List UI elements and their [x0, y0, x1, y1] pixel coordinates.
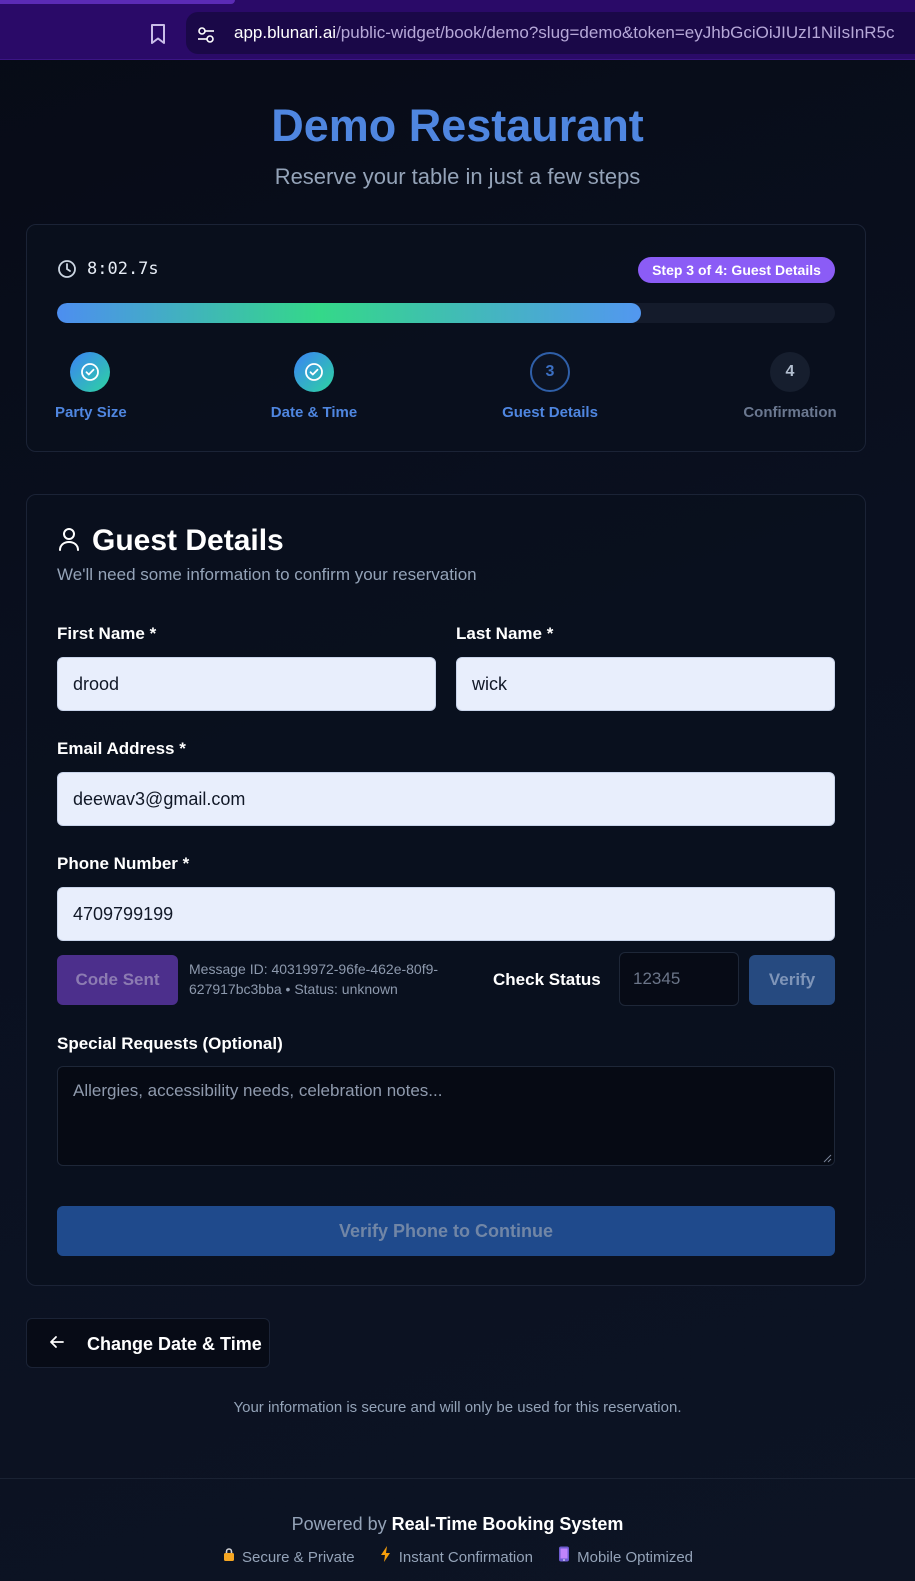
first-name-input[interactable]: drood	[57, 657, 436, 711]
last-name-input[interactable]: wick	[456, 657, 835, 711]
step-label: Party Size	[55, 404, 127, 421]
verification-code-input[interactable]: 12345	[619, 952, 739, 1006]
feature-label: Instant Confirmation	[398, 1549, 533, 1566]
active-tab-strip[interactable]	[0, 0, 235, 4]
special-requests-textarea[interactable]: Allergies, accessibility needs, celebrat…	[57, 1066, 835, 1166]
step-number-circle: 3	[530, 352, 570, 392]
lock-icon	[222, 1547, 236, 1566]
user-icon	[59, 528, 79, 551]
resize-grip-icon[interactable]	[822, 1153, 832, 1163]
feature-label: Secure & Private	[241, 1549, 355, 1566]
code-sent-button[interactable]: Code Sent	[57, 955, 178, 1005]
check-status-button[interactable]: Check Status	[493, 970, 601, 990]
secure-note: Your information is secure and will only…	[233, 1399, 682, 1416]
special-requests-label: Special Requests (Optional)	[57, 1034, 283, 1053]
clock-icon	[58, 260, 76, 278]
powered-by: Powered by Real-Time Booking System	[0, 1514, 915, 1535]
step-badge: Step 3 of 4: Guest Details	[638, 257, 835, 283]
section-title: Guest Details	[92, 524, 284, 557]
step-guest-details: 3 Guest Details	[500, 352, 600, 421]
change-date-time-label: Change Date & Time	[87, 1334, 262, 1354]
section-subtitle: We'll need some information to confirm y…	[57, 565, 477, 584]
restaurant-title: Demo Restaurant	[271, 100, 644, 151]
feature-list: Secure & Private Instant Confirmation Mo…	[0, 1546, 915, 1566]
first-name-label: First Name *	[57, 624, 157, 643]
step-check-circle	[70, 352, 110, 392]
step-date-time: Date & Time	[269, 352, 359, 421]
progress-bar	[57, 303, 835, 323]
step-confirmation: 4 Confirmation	[742, 352, 838, 421]
step-check-circle	[294, 352, 334, 392]
url-path: /public-widget/book/demo?slug=demo&token…	[336, 23, 895, 42]
feature-instant: Instant Confirmation	[379, 1546, 533, 1566]
phone-label: Phone Number *	[57, 854, 190, 873]
url-host: app.blunari.ai	[234, 23, 337, 42]
verify-button[interactable]: Verify	[749, 955, 835, 1005]
lightning-icon	[379, 1546, 393, 1566]
session-timer: 8:02.7s	[87, 259, 159, 279]
progress-fill	[57, 303, 641, 323]
phone-icon	[557, 1546, 571, 1566]
bookmark-icon[interactable]	[148, 22, 168, 46]
footer-divider	[0, 1478, 915, 1479]
check-circle-icon	[305, 363, 323, 381]
arrow-left-icon	[50, 1336, 64, 1348]
powered-prefix: Powered by	[291, 1514, 387, 1534]
feature-secure: Secure & Private	[222, 1547, 355, 1566]
browser-toolbar: app.blunari.ai/public-widget/book/demo?s…	[0, 0, 915, 60]
continue-button[interactable]: Verify Phone to Continue	[57, 1206, 835, 1256]
textarea-placeholder: Allergies, accessibility needs, celebrat…	[73, 1081, 443, 1100]
url-text[interactable]: app.blunari.ai/public-widget/book/demo?s…	[234, 23, 915, 43]
step-party-size: Party Size	[55, 352, 127, 421]
step-label: Date & Time	[270, 404, 358, 421]
check-circle-icon	[81, 363, 99, 381]
feature-mobile: Mobile Optimized	[557, 1546, 693, 1566]
feature-label: Mobile Optimized	[577, 1549, 694, 1566]
step-label: Confirmation	[743, 404, 837, 421]
site-settings-icon[interactable]	[196, 25, 216, 45]
step-label: Guest Details	[502, 404, 598, 421]
email-label: Email Address *	[57, 739, 186, 758]
phone-input[interactable]: 4709799199	[57, 887, 835, 941]
message-id-text: Message ID: 40319972-96fe-462e-80f9-6279…	[189, 961, 439, 997]
powered-brand: Real-Time Booking System	[391, 1514, 624, 1534]
restaurant-subtitle: Reserve your table in just a few steps	[274, 164, 641, 189]
email-input[interactable]: deewav3@gmail.com	[57, 772, 835, 826]
step-number-circle: 4	[770, 352, 810, 392]
last-name-label: Last Name *	[456, 624, 554, 643]
